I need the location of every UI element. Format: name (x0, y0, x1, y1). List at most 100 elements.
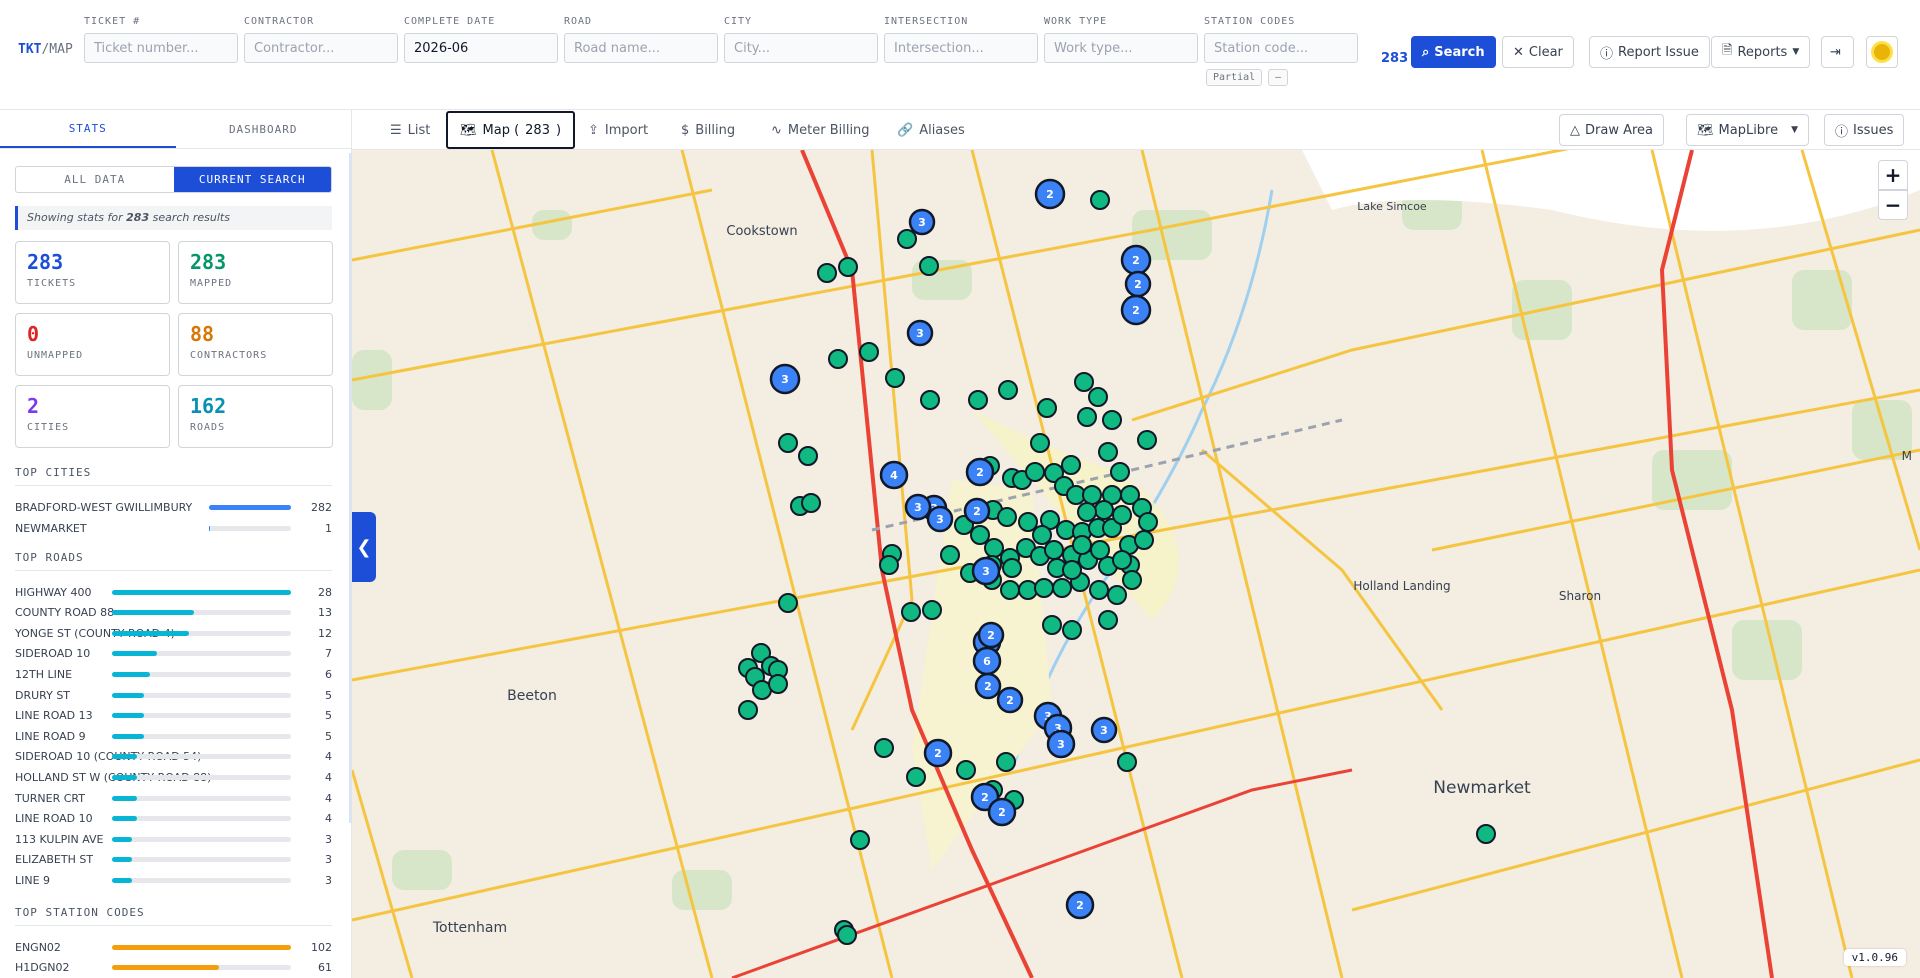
collapse-sidebar-button[interactable]: ❮ (352, 512, 376, 582)
ticket-marker (1062, 620, 1082, 640)
stat-row[interactable]: NEWMARKET 1 (15, 520, 332, 536)
ticket-marker (968, 390, 988, 410)
ticket-marker (1077, 502, 1097, 522)
row-name: H1DGN02 (15, 961, 70, 975)
stat-row[interactable]: LINE ROAD 13 5 (15, 708, 332, 724)
dash-chip[interactable]: – (1268, 69, 1289, 86)
clear-button[interactable]: ✕ Clear (1502, 36, 1574, 68)
row-bar (209, 504, 291, 510)
ticket-marker (1102, 410, 1122, 430)
row-bar (112, 774, 291, 780)
cluster-count: 3 (982, 565, 990, 578)
row-bar-fill (209, 525, 210, 531)
stat-row[interactable]: LINE ROAD 10 4 (15, 811, 332, 827)
map-style-select[interactable]: 🗺 MapLibre ▼ (1686, 114, 1810, 146)
filter-input[interactable] (564, 33, 718, 63)
row-name: 12TH LINE (15, 667, 73, 681)
ticket-marker (1107, 585, 1127, 605)
row-bar (112, 795, 291, 801)
stat-row[interactable]: 113 KULPIN AVE 3 (15, 831, 332, 847)
stat-row[interactable]: LINE ROAD 9 5 (15, 728, 332, 744)
park-area (392, 850, 452, 890)
tab-import[interactable]: ⇪ Import (588, 111, 648, 149)
stat-row[interactable]: ELIZABETH ST 3 (15, 852, 332, 868)
draw-area-button[interactable]: △ Draw Area (1559, 114, 1665, 146)
row-count: 5 (325, 688, 332, 702)
logout-button[interactable]: ⇥ (1821, 36, 1854, 68)
ticket-marker (1089, 580, 1109, 600)
stat-row[interactable]: YONGE ST (COUNTY ROAD 4) 12 (15, 625, 332, 641)
cluster-count: 3 (918, 216, 926, 229)
tab-list[interactable]: ☰ List (390, 111, 430, 149)
stat-row[interactable]: SIDEROAD 10 7 (15, 646, 332, 662)
place-label: Holland Landing (1353, 579, 1450, 593)
row-count: 4 (325, 770, 332, 784)
cluster-count: 2 (1134, 278, 1142, 291)
row-bar (112, 692, 291, 698)
zoom-out-button[interactable]: − (1878, 190, 1908, 220)
ticket-marker (1122, 570, 1142, 590)
ticket-marker (874, 738, 894, 758)
highway-line (731, 768, 1353, 978)
stat-value: 88 (190, 322, 215, 346)
cluster-count: 2 (998, 806, 1006, 819)
row-bar-fill (112, 944, 291, 950)
row-count: 5 (325, 709, 332, 723)
stat-row[interactable]: DRURY ST 5 (15, 687, 332, 703)
partial-chip[interactable]: Partial (1206, 69, 1263, 86)
filter-input[interactable] (404, 33, 558, 63)
cluster-count: 2 (1132, 254, 1140, 267)
map-svg[interactable]: Cookstown Lake Simcoe Holland Landing Sharo… (352, 150, 1920, 978)
theme-toggle-button[interactable] (1866, 36, 1898, 68)
tab-map[interactable]: 🗺 Map ( 283 ) (446, 111, 576, 149)
current-search-option[interactable]: CURRENT SEARCH (173, 167, 331, 192)
stat-row[interactable]: SIDEROAD 10 (COUNTY ROAD 54) 4 (15, 749, 332, 765)
stat-row[interactable]: BRADFORD-WEST GWILLIMBURY 282 (15, 499, 332, 515)
stat-row[interactable]: HIGHWAY 400 28 (15, 584, 332, 600)
version-label: v1.0.96 (1843, 949, 1906, 966)
filter-input[interactable] (244, 33, 398, 63)
stat-row[interactable]: H1DGN02 61 (15, 960, 332, 976)
search-button[interactable]: ⌕ Search (1411, 36, 1496, 68)
stat-row[interactable]: 12TH LINE 6 (15, 666, 332, 682)
filter-input[interactable] (884, 33, 1038, 63)
map-icon: 🗺 (460, 122, 477, 138)
filter-input[interactable] (1204, 33, 1358, 63)
row-bar (112, 754, 291, 760)
ticket-marker (1090, 540, 1110, 560)
tab-stats[interactable]: STATS (0, 110, 176, 148)
tab-dashboard[interactable]: DASHBOARD (176, 110, 352, 148)
filter-input[interactable] (1044, 33, 1198, 63)
ticket-marker (1090, 190, 1110, 210)
app-logo[interactable]: TKT/MAP (18, 42, 73, 57)
tab-meter-billing[interactable]: ∿ Meter Billing (771, 111, 870, 149)
stat-row[interactable]: TURNER CRT 4 (15, 790, 332, 806)
stat-row[interactable]: ENGN02 102 (15, 939, 332, 955)
filter-input[interactable] (84, 33, 238, 63)
issues-button[interactable]: ⓘ Issues (1824, 114, 1905, 146)
row-name: NEWMARKET (15, 521, 87, 535)
row-bar-fill (112, 795, 138, 801)
zoom-in-button[interactable]: + (1878, 160, 1908, 190)
ticket-marker (996, 752, 1016, 772)
filter-label: CITY (724, 16, 753, 27)
row-bar-fill (112, 965, 220, 971)
stat-row[interactable]: HOLLAND ST W (COUNTY ROAD 88) 4 (15, 769, 332, 785)
reports-button[interactable]: 🗎 Reports ▼ (1711, 36, 1811, 68)
row-bar (112, 965, 291, 971)
stat-row[interactable]: COUNTY ROAD 88 13 (15, 605, 332, 621)
stat-value: 283 (190, 250, 227, 274)
row-bar-fill (112, 733, 145, 739)
stat-row[interactable]: LINE 9 3 (15, 872, 332, 888)
report-issue-button[interactable]: ⓘ Report Issue (1589, 36, 1710, 68)
ticket-marker (1037, 398, 1057, 418)
map-canvas[interactable]: Cookstown Lake Simcoe Holland Landing Sharo… (352, 150, 1920, 978)
cluster-count: 2 (973, 505, 981, 518)
view-tabs-bar: ☰ List 🗺 Map ( 283 ) ⇪ Import $ Billing ∿ Met… (352, 110, 1920, 150)
row-name: DRURY ST (15, 688, 71, 702)
filter-input[interactable] (724, 33, 878, 63)
all-data-option[interactable]: ALL DATA (16, 167, 174, 192)
tab-aliases[interactable]: 🔗 Aliases (897, 111, 965, 149)
tab-billing[interactable]: $ Billing (681, 111, 735, 149)
ticket-marker (1094, 500, 1114, 520)
